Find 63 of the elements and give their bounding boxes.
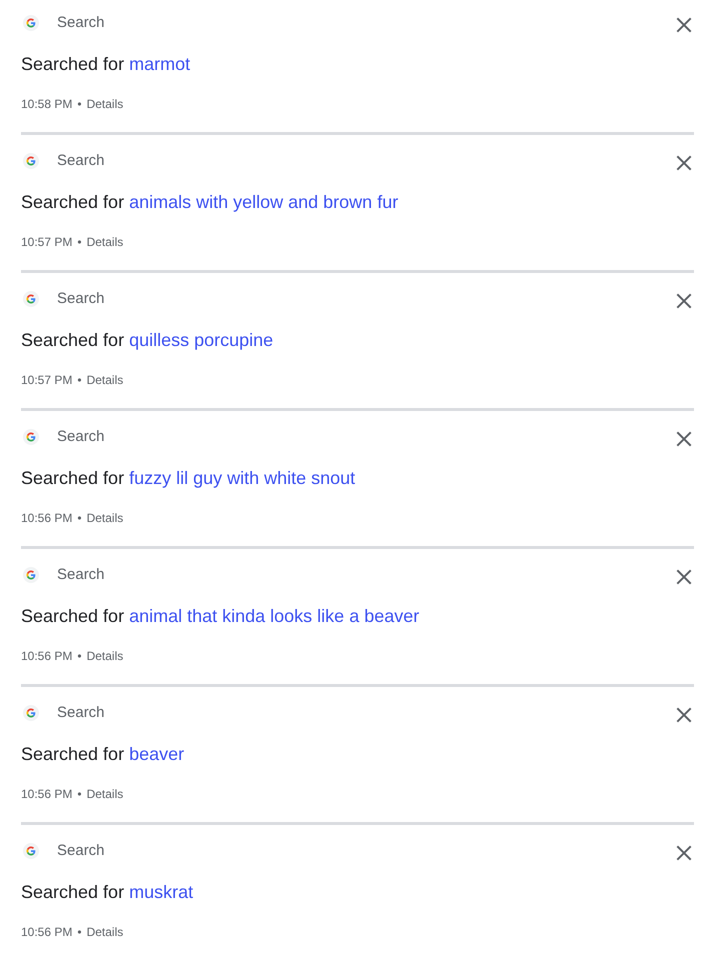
close-button[interactable]	[676, 17, 692, 33]
bullet-separator: •	[77, 648, 82, 664]
close-icon	[676, 707, 692, 723]
source-label: Search	[57, 565, 105, 585]
multicolor-g-icon	[23, 567, 39, 583]
bullet-separator: •	[77, 786, 82, 802]
close-button[interactable]	[676, 431, 692, 447]
query-link[interactable]: animals with yellow and brown fur	[129, 192, 398, 212]
query-link[interactable]: beaver	[129, 744, 184, 764]
multicolor-g-icon	[23, 429, 39, 445]
close-icon	[676, 845, 692, 861]
details-link[interactable]: Details	[86, 234, 124, 250]
details-link[interactable]: Details	[86, 786, 124, 802]
multicolor-g-icon	[23, 843, 39, 859]
bullet-separator: •	[77, 372, 82, 388]
multicolor-g-icon	[23, 15, 39, 31]
query-link[interactable]: marmot	[129, 54, 190, 74]
multicolor-g-icon	[23, 153, 39, 169]
multicolor-g-icon	[23, 291, 39, 307]
timestamp: 10:57 PM	[21, 234, 72, 250]
bullet-separator: •	[77, 924, 82, 940]
close-button[interactable]	[676, 155, 692, 171]
timestamp: 10:57 PM	[21, 372, 72, 388]
source-label: Search	[57, 13, 105, 33]
query-link[interactable]: fuzzy lil guy with white snout	[129, 468, 356, 488]
close-icon	[676, 431, 692, 447]
close-icon	[676, 17, 692, 33]
close-icon	[676, 569, 692, 585]
details-link[interactable]: Details	[86, 96, 124, 112]
timestamp: 10:56 PM	[21, 786, 72, 802]
close-icon	[676, 293, 692, 309]
activity-title: Searched for quilless porcupine	[21, 329, 274, 352]
timestamp: 10:56 PM	[21, 510, 72, 526]
query-link[interactable]: muskrat	[129, 882, 194, 902]
close-icon	[676, 155, 692, 171]
query-link[interactable]: quilless porcupine	[129, 330, 274, 350]
activity-title: Searched for animals with yellow and brown fur	[21, 191, 398, 214]
timestamp: 10:56 PM	[21, 924, 72, 940]
activity-title: Searched for marmot	[21, 53, 190, 76]
source-label: Search	[57, 841, 105, 861]
close-button[interactable]	[676, 293, 692, 309]
source-label: Search	[57, 289, 105, 309]
close-button[interactable]	[676, 707, 692, 723]
multicolor-g-icon	[23, 705, 39, 721]
activity-title: Searched for beaver	[21, 743, 184, 766]
source-label: Search	[57, 151, 105, 171]
timestamp: 10:56 PM	[21, 648, 72, 664]
activity-title: Searched for muskrat	[21, 881, 194, 904]
bullet-separator: •	[77, 96, 82, 112]
details-link[interactable]: Details	[86, 924, 124, 940]
source-label: Search	[57, 703, 105, 723]
close-button[interactable]	[676, 845, 692, 861]
details-link[interactable]: Details	[86, 510, 124, 526]
details-link[interactable]: Details	[86, 372, 124, 388]
query-link[interactable]: animal that kinda looks like a beaver	[129, 606, 420, 626]
activity-title: Searched for fuzzy lil guy with white snout	[21, 467, 356, 490]
source-label: Search	[57, 427, 105, 447]
bullet-separator: •	[77, 234, 82, 250]
details-link[interactable]: Details	[86, 648, 124, 664]
bullet-separator: •	[77, 510, 82, 526]
activity-title: Searched for animal that kinda looks like a beaver	[21, 605, 420, 628]
timestamp: 10:58 PM	[21, 96, 72, 112]
close-button[interactable]	[676, 569, 692, 585]
